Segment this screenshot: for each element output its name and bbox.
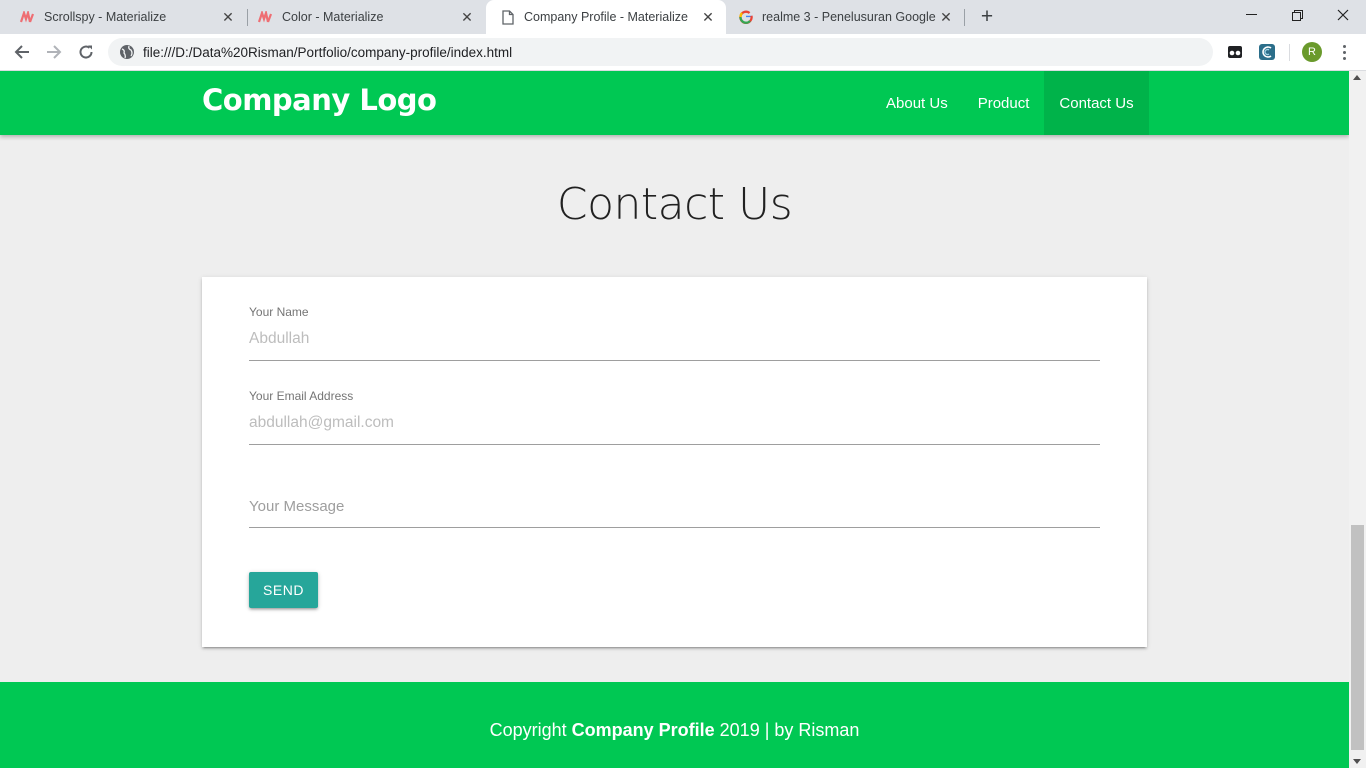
arrow-left-icon bbox=[14, 45, 29, 59]
materialize-icon bbox=[20, 9, 36, 25]
tab-company-profile[interactable]: Company Profile - Materialize ✕ bbox=[486, 0, 726, 34]
url-text: file:///D:/Data%20Risman/Portfolio/compa… bbox=[143, 44, 513, 60]
message-placeholder: Your Message bbox=[249, 498, 345, 515]
nav-link-about-us[interactable]: About Us bbox=[871, 71, 963, 135]
tab-title: realme 3 - Penelusuran Google bbox=[762, 10, 936, 24]
new-tab-button[interactable]: + bbox=[976, 5, 998, 28]
name-field[interactable]: Your Name Abdullah bbox=[249, 305, 1100, 362]
back-button[interactable] bbox=[10, 40, 34, 64]
name-underline bbox=[249, 360, 1100, 361]
name-placeholder: Abdullah bbox=[249, 330, 310, 347]
brand-logo[interactable]: Company Logo bbox=[202, 83, 437, 117]
tab-title: Scrollspy - Materialize bbox=[44, 10, 167, 24]
close-icon[interactable]: ✕ bbox=[220, 9, 236, 25]
page-viewport: Company Logo About Us Product Contact Us… bbox=[0, 71, 1349, 768]
minimize-button[interactable] bbox=[1228, 0, 1274, 30]
document-icon bbox=[500, 9, 516, 25]
footer-suffix: 2019 | by Risman bbox=[714, 720, 860, 740]
email-label: Your Email Address bbox=[249, 389, 354, 403]
email-placeholder: abdullah@gmail.com bbox=[249, 414, 394, 431]
nav-link-product[interactable]: Product bbox=[963, 71, 1045, 135]
globe-icon bbox=[120, 45, 134, 59]
site-navbar: Company Logo About Us Product Contact Us bbox=[0, 71, 1349, 135]
reload-icon bbox=[79, 45, 93, 59]
address-bar[interactable]: file:///D:/Data%20Risman/Portfolio/compa… bbox=[108, 38, 1213, 66]
tab-color[interactable]: Color - Materialize ✕ bbox=[238, 0, 485, 34]
send-button[interactable]: SEND bbox=[249, 572, 318, 608]
section-title: Contact Us bbox=[556, 179, 793, 230]
extension-icon[interactable] bbox=[1225, 42, 1245, 62]
close-icon[interactable]: ✕ bbox=[938, 9, 954, 25]
nav-links: About Us Product Contact Us bbox=[871, 71, 1149, 135]
reload-button[interactable] bbox=[74, 40, 98, 64]
nav-link-contact-us[interactable]: Contact Us bbox=[1044, 71, 1149, 135]
profile-avatar[interactable]: R bbox=[1302, 42, 1322, 62]
email-underline bbox=[249, 444, 1100, 445]
materialize-icon bbox=[258, 9, 274, 25]
message-underline bbox=[249, 527, 1100, 528]
page-scrollbar[interactable] bbox=[1349, 71, 1366, 768]
forward-button[interactable] bbox=[42, 40, 66, 64]
contact-form-card: Your Name Abdullah Your Email Address ab… bbox=[202, 277, 1147, 647]
tab-google-search[interactable]: realme 3 - Penelusuran Google ✕ bbox=[726, 0, 964, 34]
browser-tabstrip: Scrollspy - Materialize ✕ Color - Materi… bbox=[0, 0, 1366, 34]
extension-icon[interactable] bbox=[1257, 42, 1277, 62]
tab-divider bbox=[964, 9, 965, 26]
arrow-right-icon bbox=[47, 45, 62, 59]
site-footer: Copyright Company Profile 2019 | by Rism… bbox=[0, 682, 1349, 768]
close-window-button[interactable] bbox=[1320, 0, 1366, 30]
google-icon bbox=[738, 9, 754, 25]
footer-company: Company Profile bbox=[571, 720, 715, 740]
name-label: Your Name bbox=[249, 305, 309, 319]
email-field[interactable]: Your Email Address abdullah@gmail.com bbox=[249, 389, 1100, 446]
browser-menu-icon[interactable] bbox=[1336, 42, 1352, 62]
browser-toolbar: file:///D:/Data%20Risman/Portfolio/compa… bbox=[0, 34, 1366, 71]
toolbar-divider bbox=[1289, 44, 1290, 61]
scroll-down-icon[interactable] bbox=[1353, 759, 1361, 764]
close-icon[interactable]: ✕ bbox=[700, 9, 716, 25]
footer-prefix: Copyright bbox=[489, 720, 572, 740]
restore-button[interactable] bbox=[1274, 0, 1320, 30]
close-icon[interactable]: ✕ bbox=[459, 9, 475, 25]
footer-copyright: Copyright Company Profile 2019 | by Rism… bbox=[0, 720, 1349, 741]
scroll-up-icon[interactable] bbox=[1353, 75, 1361, 80]
message-field[interactable]: Your Message bbox=[249, 498, 1100, 530]
tab-title: Company Profile - Materialize bbox=[524, 10, 688, 24]
scrollbar-thumb[interactable] bbox=[1351, 525, 1364, 750]
tab-scrollspy[interactable]: Scrollspy - Materialize ✕ bbox=[0, 0, 246, 34]
tab-title: Color - Materialize bbox=[282, 10, 384, 24]
